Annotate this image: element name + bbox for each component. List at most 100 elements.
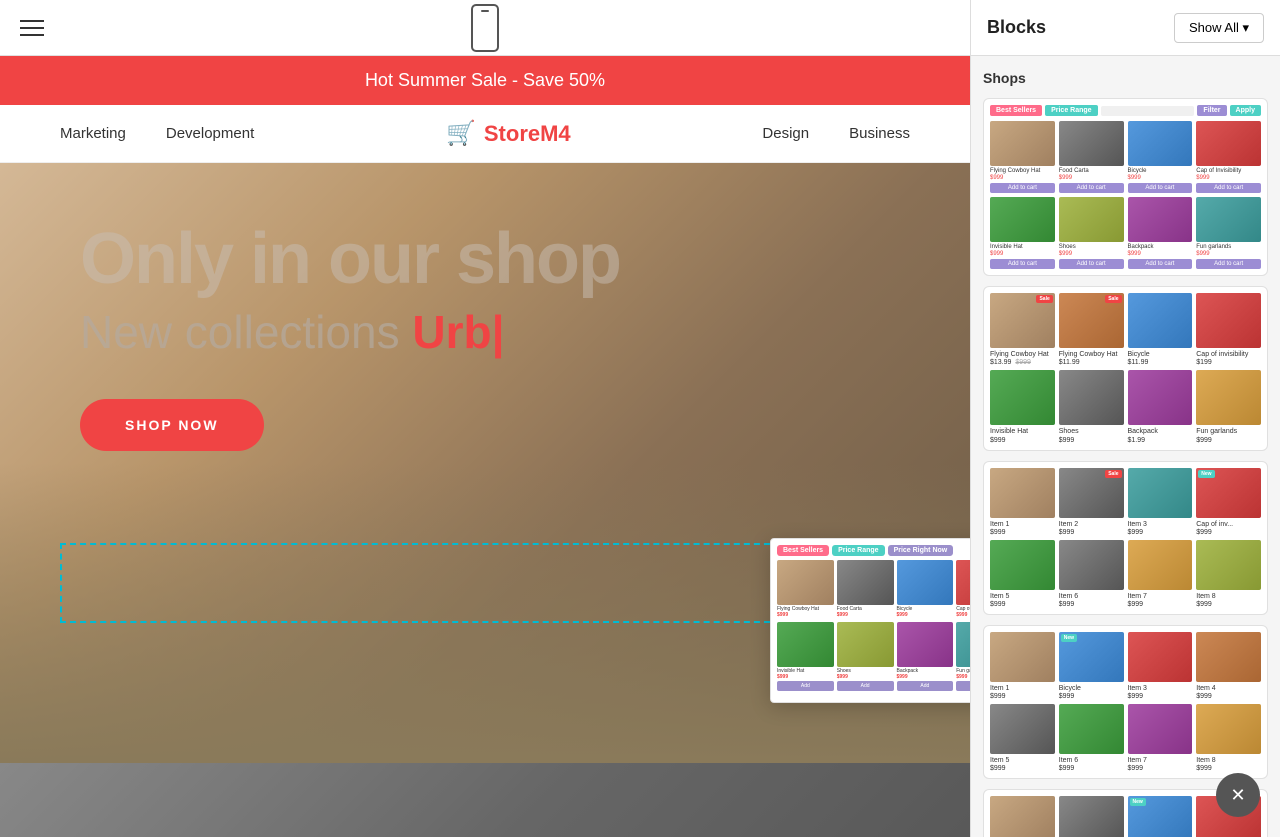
hero-content: Only in our shop New collections Urb| SH… xyxy=(0,163,970,511)
logo[interactable]: 🛒 StoreM4 xyxy=(446,119,571,148)
bc-item-img-2-6 xyxy=(1059,370,1124,425)
bc-badge-filter-1: Filter xyxy=(1197,105,1226,116)
fp-item-img-2 xyxy=(837,560,894,605)
fp-item-7: Backpack $999 Add xyxy=(897,622,954,691)
fp-badge-priceright: Price Right Now xyxy=(888,545,954,556)
bc-item-2-5: Invisible Hat $999 xyxy=(990,370,1055,443)
bc-item-4-4: Item 4 $999 xyxy=(1196,632,1261,700)
second-section-bg xyxy=(0,763,970,837)
hero-cta-button[interactable]: SHOP NOW xyxy=(80,399,264,451)
bc-item-3-4: New Cap of inv... $999 xyxy=(1196,468,1261,536)
nav-link-business[interactable]: Business xyxy=(849,125,910,142)
bc-item-img-3-8 xyxy=(1196,540,1261,590)
fp-item-img-6 xyxy=(837,622,894,667)
bc-item-4-1: Item 1 $999 xyxy=(990,632,1055,700)
block-card-3[interactable]: Item 1 $999 Sale Item 2 $999 xyxy=(983,461,1268,615)
announcement-text: Hot Summer Sale - Save 50% xyxy=(365,70,605,90)
fp-top-bar: Best Sellers Price Range Price Right Now xyxy=(777,545,970,556)
bc-item-3-3: Item 3 $999 xyxy=(1128,468,1193,536)
bc-item-img-3-5 xyxy=(990,540,1055,590)
bc-grid-1: Flying Cowboy Hat $999 Add to cart Food … xyxy=(990,121,1261,269)
fp-badge-bestsellers: Best Sellers xyxy=(777,545,829,556)
bc-item-1-8: Fun garlands $999 Add to cart xyxy=(1196,197,1261,269)
bc-item-img-1-1 xyxy=(990,121,1055,166)
bc-item-img-4-1 xyxy=(990,632,1055,682)
logo-text: StoreM4 xyxy=(484,121,571,147)
bc-item-img-1-7 xyxy=(1128,197,1193,242)
bc-item-2-1: Sale Flying Cowboy Hat $13.99 $999 xyxy=(990,293,1055,366)
nav-left-links: Marketing Development xyxy=(60,125,254,142)
close-fab-button[interactable]: ✕ xyxy=(1216,773,1260,817)
bc-item-2-4: Cap of invisibility $199 xyxy=(1196,293,1261,366)
nav-bar: Marketing Development 🛒 StoreM4 Design B… xyxy=(0,105,970,163)
block-card-4[interactable]: Item 1 $999 New Bicycle $999 xyxy=(983,625,1268,779)
bc-item-img-2-5 xyxy=(990,370,1055,425)
hamburger-line-3 xyxy=(20,34,44,36)
block-card-2[interactable]: Sale Flying Cowboy Hat $13.99 $999 Sale … xyxy=(983,286,1268,450)
bc-item-4-8: Item 8 $999 xyxy=(1196,704,1261,772)
panel-content[interactable]: Shops Best Sellers Price Range Filter Ap… xyxy=(971,56,1280,837)
bc-item-2-7: Backpack $1.99 xyxy=(1128,370,1193,443)
fp-item-img-1 xyxy=(777,560,834,605)
bc-item-img-3-7 xyxy=(1128,540,1193,590)
hero-subtitle-accent: Urb| xyxy=(412,306,504,358)
bc-item-img-5-1 xyxy=(990,796,1055,837)
bc-badge-pricerange-1: Price Range xyxy=(1045,105,1097,116)
bc-item-img-4-3 xyxy=(1128,632,1193,682)
fp-item-2: Food Carta $999 xyxy=(837,560,894,618)
bc-item-4-5: Item 5 $999 xyxy=(990,704,1055,772)
top-toolbar xyxy=(0,0,970,56)
hamburger-line-1 xyxy=(20,20,44,22)
fp-item-img-3 xyxy=(897,560,954,605)
fp-badge-pricerange: Price Range xyxy=(832,545,884,556)
hero-subtitle: New collections Urb| xyxy=(80,305,890,359)
bc-item-3-6: Item 6 $999 xyxy=(1059,540,1124,608)
bc-item-3-1: Item 1 $999 xyxy=(990,468,1055,536)
show-all-button[interactable]: Show All ▾ xyxy=(1174,13,1264,43)
bc-item-2-2: Sale Flying Cowboy Hat $11.99 xyxy=(1059,293,1124,366)
fp-product-grid-2: Invisible Hat $999 Add Shoes $999 Add xyxy=(777,622,970,691)
hamburger-menu[interactable] xyxy=(20,20,44,36)
bc-top-bar-1: Best Sellers Price Range Filter Apply xyxy=(990,105,1261,116)
bc-badge-apply-1: Apply xyxy=(1230,105,1261,116)
bc-item-img-4-6 xyxy=(1059,704,1124,754)
panel-section-shops-label: Shops xyxy=(983,66,1268,90)
device-toggle[interactable] xyxy=(471,4,499,52)
bc-item-2-8: Fun garlands $999 xyxy=(1196,370,1261,443)
bc-item-img-4-8 xyxy=(1196,704,1261,754)
bc-item-4-2: New Bicycle $999 xyxy=(1059,632,1124,700)
bc-input-1 xyxy=(1101,106,1195,116)
phone-icon xyxy=(471,4,499,52)
nav-link-design[interactable]: Design xyxy=(762,125,809,142)
bc-item-img-1-5 xyxy=(990,197,1055,242)
nav-link-marketing[interactable]: Marketing xyxy=(60,125,126,142)
fp-item-img-4 xyxy=(956,560,970,605)
bc-item-2-3: Bicycle $11.99 xyxy=(1128,293,1193,366)
bc-item-5-1: Flying Cowboy Hat $999 xyxy=(990,796,1055,837)
second-section: Infuse xyxy=(0,763,970,837)
fp-item-img-5 xyxy=(777,622,834,667)
bc-item-img-4-7 xyxy=(1128,704,1193,754)
bc-item-img-3-6 xyxy=(1059,540,1124,590)
bc-item-img-2-3 xyxy=(1128,293,1193,348)
fp-item-1: Flying Cowboy Hat $999 xyxy=(777,560,834,618)
bc-item-1-6: Shoes $999 Add to cart xyxy=(1059,197,1124,269)
bc-item-img-1-8 xyxy=(1196,197,1261,242)
fp-product-grid: Flying Cowboy Hat $999 Food Carta $999 B… xyxy=(777,560,970,618)
nav-link-development[interactable]: Development xyxy=(166,125,254,142)
bc-item-5-3: New Bicycle $999 xyxy=(1128,796,1193,837)
bc-grid-4: Item 1 $999 New Bicycle $999 xyxy=(990,632,1261,772)
fp-item-img-7 xyxy=(897,622,954,667)
logo-icon: 🛒 xyxy=(446,119,476,148)
bc-item-3-7: Item 7 $999 xyxy=(1128,540,1193,608)
bc-item-img-2-8 xyxy=(1196,370,1261,425)
website-preview: Hot Summer Sale - Save 50% Marketing Dev… xyxy=(0,56,970,837)
fp-item-5: Invisible Hat $999 Add xyxy=(777,622,834,691)
bc-grid-2: Sale Flying Cowboy Hat $13.99 $999 Sale … xyxy=(990,293,1261,443)
bc-item-1-2: Food Carta $999 Add to cart xyxy=(1059,121,1124,193)
bc-item-img-3-3 xyxy=(1128,468,1193,518)
block-card-1[interactable]: Best Sellers Price Range Filter Apply Fl… xyxy=(983,98,1268,276)
fp-item-img-8 xyxy=(956,622,970,667)
fp-item-6: Shoes $999 Add xyxy=(837,622,894,691)
bc-item-3-8: Item 8 $999 xyxy=(1196,540,1261,608)
